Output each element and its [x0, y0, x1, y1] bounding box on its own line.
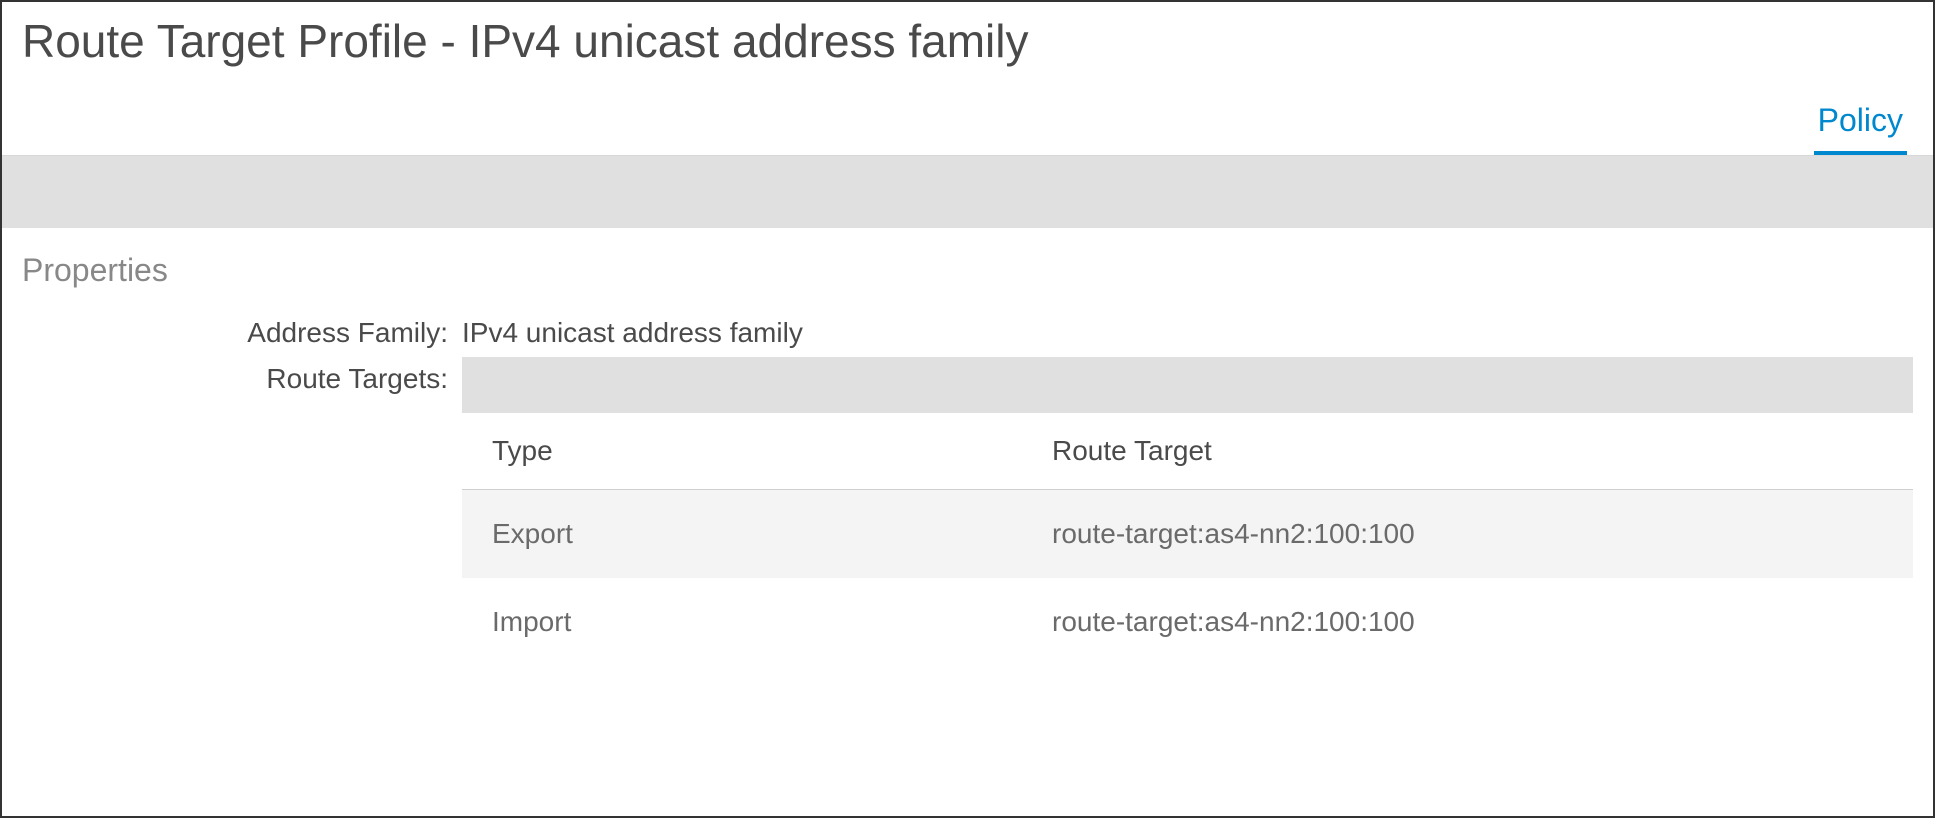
table-row[interactable]: Export route-target:as4-nn2:100:100 — [462, 490, 1913, 579]
address-family-value: IPv4 unicast address family — [462, 311, 803, 349]
cell-route-target: route-target:as4-nn2:100:100 — [1022, 578, 1913, 666]
column-header-route-target[interactable]: Route Target — [1022, 413, 1913, 490]
route-targets-table: Type Route Target Export route-target:as… — [462, 413, 1913, 666]
cell-type: Import — [462, 578, 1022, 666]
page-title: Route Target Profile - IPv4 unicast addr… — [2, 2, 1933, 76]
tabs-row: Policy — [2, 76, 1933, 156]
cell-route-target: route-target:as4-nn2:100:100 — [1022, 490, 1913, 579]
route-targets-table-wrap: Type Route Target Export route-target:as… — [462, 357, 1913, 666]
properties-section-title: Properties — [2, 228, 1933, 307]
table-row[interactable]: Import route-target:as4-nn2:100:100 — [462, 578, 1913, 666]
toolbar-bar — [2, 156, 1933, 228]
cell-type: Export — [462, 490, 1022, 579]
route-targets-label: Route Targets: — [22, 357, 462, 395]
tab-policy[interactable]: Policy — [1814, 96, 1907, 155]
column-header-type[interactable]: Type — [462, 413, 1022, 490]
address-family-label: Address Family: — [22, 311, 462, 349]
address-family-row: Address Family: IPv4 unicast address fam… — [2, 307, 1933, 353]
route-targets-row: Route Targets: Type Route Target Export … — [2, 353, 1933, 670]
route-targets-table-toolbar — [462, 357, 1913, 413]
